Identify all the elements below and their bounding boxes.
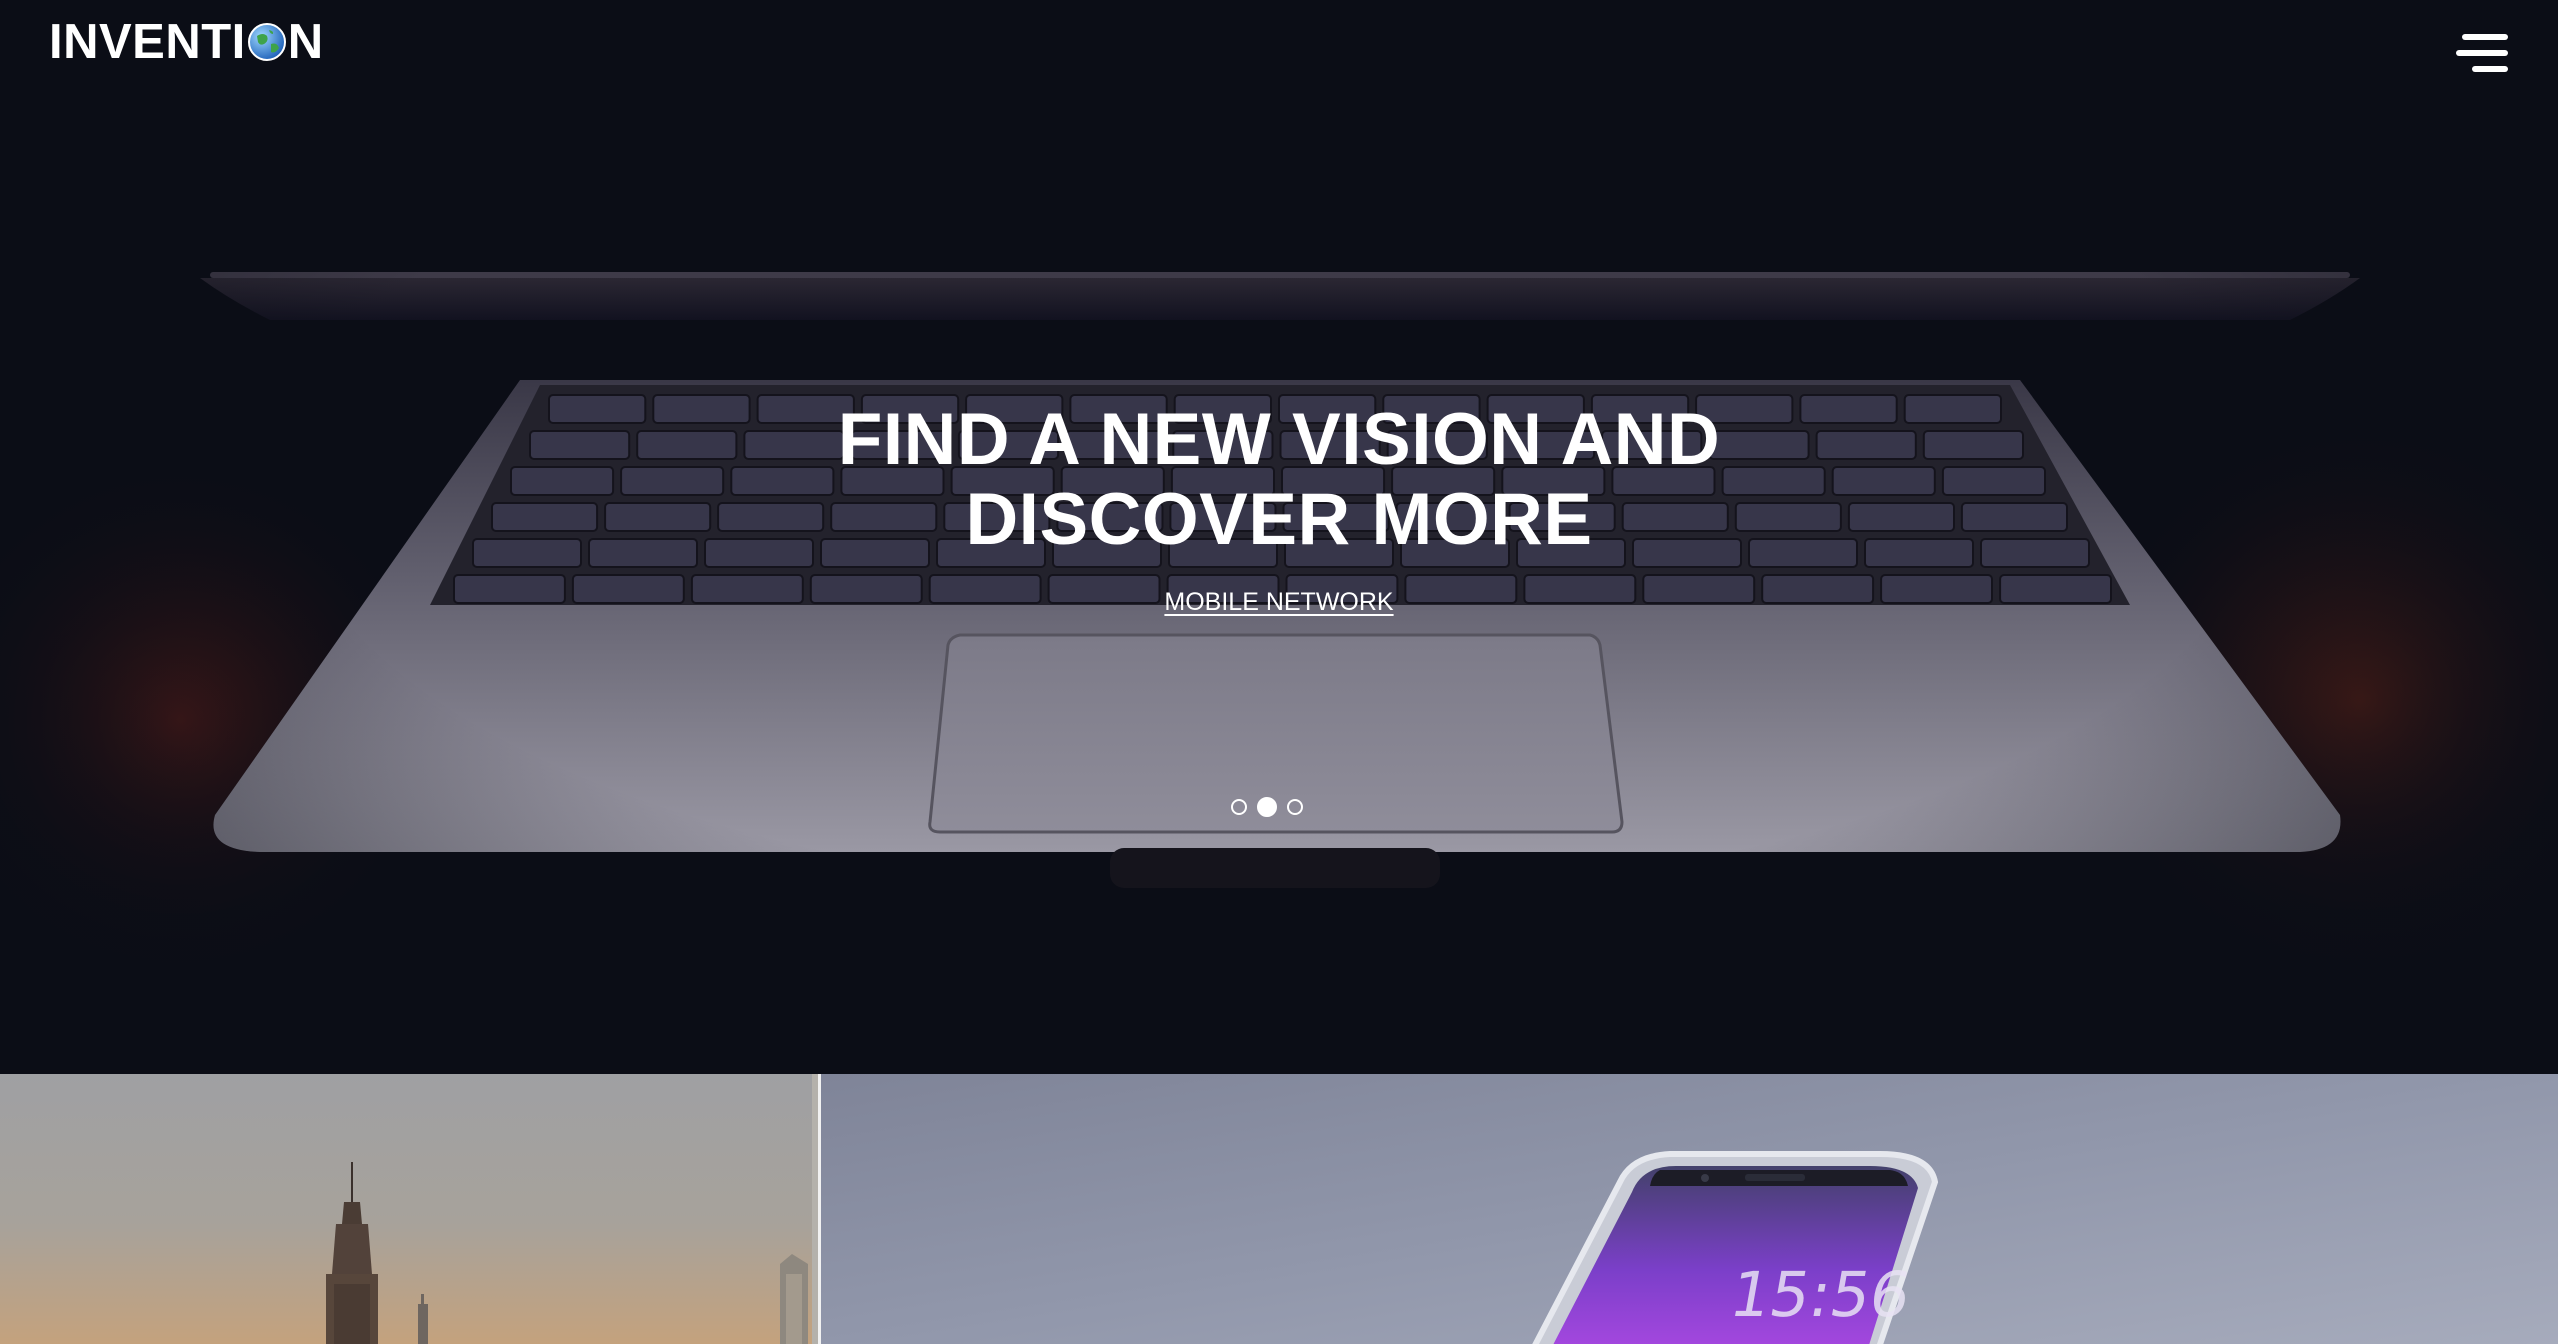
slider-pagination	[1231, 797, 1321, 821]
menu-line	[2456, 50, 2508, 56]
slider-dot-1[interactable]	[1231, 799, 1247, 815]
tile-phone-image[interactable]: 15:56	[820, 1074, 2558, 1344]
page: INVENTI N FIND A NEW VISION AND DISCOVER…	[0, 0, 2558, 1344]
menu-line	[2462, 34, 2508, 40]
tile-city-image[interactable]	[0, 1074, 820, 1344]
hero-title: FIND A NEW VISION AND DISCOVER MORE	[837, 399, 1721, 560]
city-skyline-photo	[0, 1074, 820, 1344]
smartphone-photo: 15:56	[820, 1074, 2558, 1344]
hero-link-mobile-network[interactable]: MOBILE NETWORK	[1164, 588, 1393, 617]
phone-time: 15:56	[1725, 1258, 1916, 1330]
navbar: INVENTI N	[0, 0, 2558, 90]
tile-divider	[818, 1074, 821, 1344]
hamburger-menu-icon[interactable]	[2450, 32, 2508, 76]
slider-dot-3[interactable]	[1287, 799, 1303, 815]
slider-dot-2[interactable]	[1257, 797, 1277, 817]
hero-slider: INVENTI N FIND A NEW VISION AND DISCOVER…	[0, 0, 2558, 1074]
brand-logo[interactable]: INVENTI N	[49, 14, 324, 70]
brand-name-part2: N	[287, 14, 324, 69]
globe-icon	[247, 23, 286, 61]
hero-caption: FIND A NEW VISION AND DISCOVER MORE MOBI…	[0, 400, 2558, 617]
menu-line	[2472, 66, 2508, 72]
brand-name-part1: INVENTI	[49, 14, 246, 69]
